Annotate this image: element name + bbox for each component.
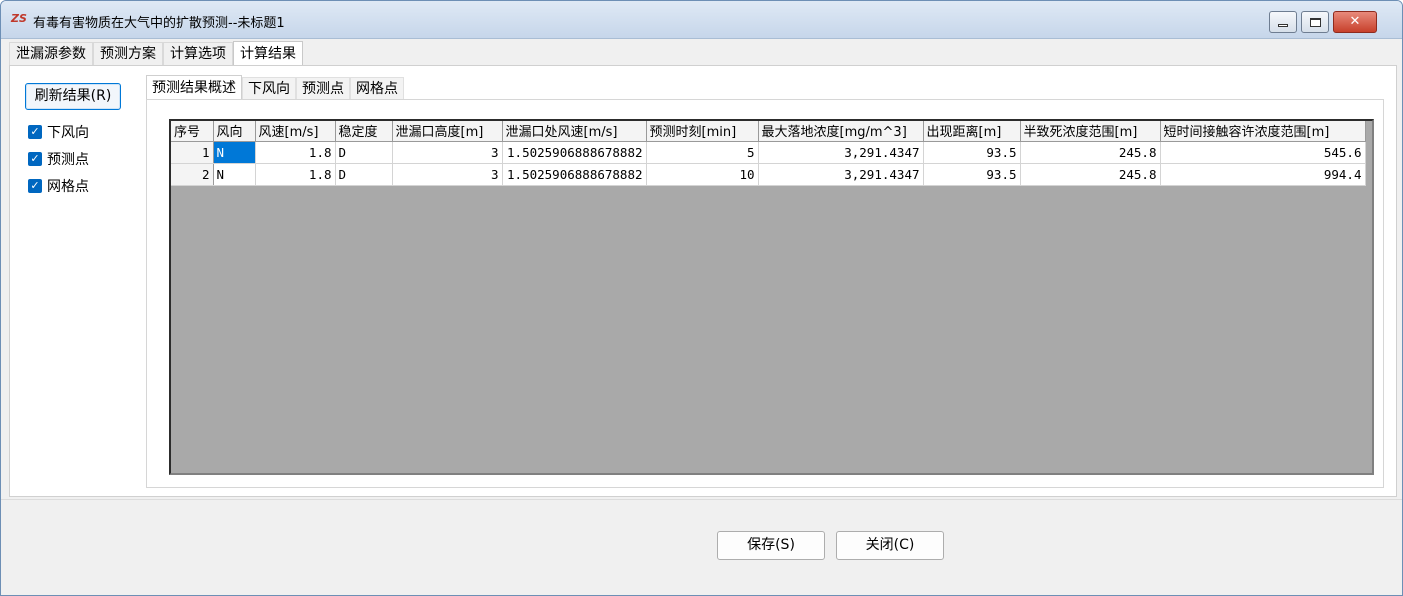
- tab-prediction-plan[interactable]: 预测方案: [93, 42, 163, 66]
- window-title: 有毒有害物质在大气中的扩散预测--未标题1: [33, 16, 285, 31]
- minimize-button[interactable]: [1269, 11, 1297, 33]
- column-header[interactable]: 预测时刻[min]: [646, 121, 759, 142]
- table-cell[interactable]: 545.6: [1160, 141, 1366, 164]
- tab-downwind[interactable]: 下风向: [242, 77, 296, 100]
- table-cell[interactable]: 245.8: [1020, 141, 1161, 164]
- close-icon: ✕: [1349, 14, 1361, 29]
- checkbox-label: 下风向: [47, 125, 89, 141]
- checkbox-label: 网格点: [47, 179, 89, 195]
- refresh-results-button[interactable]: 刷新结果(R): [25, 83, 121, 110]
- checkbox-downwind[interactable]: ✓ 下风向: [28, 121, 89, 143]
- column-header[interactable]: 泄漏口处风速[m/s]: [502, 121, 647, 142]
- table-cell[interactable]: 1.8: [255, 163, 336, 186]
- row-index-cell[interactable]: 2: [171, 163, 214, 186]
- tab-prediction-points[interactable]: 预测点: [296, 77, 350, 100]
- checkbox-checked-icon: ✓: [28, 152, 42, 166]
- table-row[interactable]: 1 N 1.8 D 3 1.5025906888678882 5 3,291.4…: [171, 141, 1366, 164]
- results-pane: 刷新结果(R) ✓ 下风向 ✓ 预测点 ✓ 网格点 预测结果概述 下风向 预测点…: [9, 65, 1397, 497]
- table-cell[interactable]: 10: [646, 163, 759, 186]
- table-cell[interactable]: 1.5025906888678882: [502, 163, 647, 186]
- results-table: 序号 风向 风速[m/s] 稳定度 泄漏口高度[m] 泄漏口处风速[m/s] 预…: [171, 121, 1366, 186]
- column-header[interactable]: 短时间接触容许浓度范围[m]: [1160, 121, 1366, 142]
- table-cell[interactable]: 1.5025906888678882: [502, 141, 647, 164]
- overview-pane: 序号 风向 风速[m/s] 稳定度 泄漏口高度[m] 泄漏口处风速[m/s] 预…: [146, 99, 1384, 488]
- tab-calc-results[interactable]: 计算结果: [233, 41, 303, 67]
- checkbox-label: 预测点: [47, 152, 89, 168]
- table-cell[interactable]: 3,291.4347: [758, 141, 924, 164]
- table-cell[interactable]: 3: [392, 141, 503, 164]
- results-tab-strip: 预测结果概述 下风向 预测点 网格点: [146, 74, 404, 101]
- results-grid[interactable]: 序号 风向 风速[m/s] 稳定度 泄漏口高度[m] 泄漏口处风速[m/s] 预…: [169, 119, 1374, 475]
- column-header[interactable]: 稳定度: [335, 121, 393, 142]
- table-cell[interactable]: 5: [646, 141, 759, 164]
- minimize-icon: [1278, 23, 1288, 27]
- checkbox-checked-icon: ✓: [28, 179, 42, 193]
- table-cell[interactable]: 994.4: [1160, 163, 1366, 186]
- close-window-button[interactable]: ✕: [1333, 11, 1377, 33]
- checkbox-grid-points[interactable]: ✓ 网格点: [28, 175, 89, 197]
- column-header[interactable]: 半致死浓度范围[m]: [1020, 121, 1161, 142]
- column-header[interactable]: 风向: [213, 121, 256, 142]
- table-cell[interactable]: 93.5: [923, 163, 1021, 186]
- tab-calc-options[interactable]: 计算选项: [163, 42, 233, 66]
- checkbox-prediction-points[interactable]: ✓ 预测点: [28, 148, 89, 170]
- footer-bar: 保存(S) 关闭(C): [1, 499, 1402, 595]
- table-cell[interactable]: 3,291.4347: [758, 163, 924, 186]
- table-cell[interactable]: 1.8: [255, 141, 336, 164]
- table-cell[interactable]: D: [335, 141, 393, 164]
- table-cell[interactable]: 93.5: [923, 141, 1021, 164]
- column-header[interactable]: 出现距离[m]: [923, 121, 1021, 142]
- column-header[interactable]: 最大落地浓度[mg/m^3]: [758, 121, 924, 142]
- close-button[interactable]: 关闭(C): [836, 531, 944, 560]
- column-header[interactable]: 风速[m/s]: [255, 121, 336, 142]
- save-button[interactable]: 保存(S): [717, 531, 825, 560]
- tab-results-overview[interactable]: 预测结果概述: [146, 75, 242, 101]
- app-logo-icon: ZS: [11, 12, 27, 25]
- table-cell[interactable]: D: [335, 163, 393, 186]
- title-bar[interactable]: ZS 有毒有害物质在大气中的扩散预测--未标题1 ✕: [1, 1, 1402, 39]
- column-header[interactable]: 泄漏口高度[m]: [392, 121, 503, 142]
- checkbox-checked-icon: ✓: [28, 125, 42, 139]
- table-header-row: 序号 风向 风速[m/s] 稳定度 泄漏口高度[m] 泄漏口处风速[m/s] 预…: [171, 121, 1366, 142]
- main-tab-strip: 泄漏源参数 预测方案 计算选项 计算结果: [9, 40, 303, 67]
- table-cell[interactable]: N: [213, 141, 256, 164]
- main-window: ZS 有毒有害物质在大气中的扩散预测--未标题1 ✕ 泄漏源参数 预测方案 计算…: [0, 0, 1403, 596]
- maximize-button[interactable]: [1301, 11, 1329, 33]
- table-cell[interactable]: 3: [392, 163, 503, 186]
- column-header[interactable]: 序号: [171, 121, 214, 142]
- table-cell[interactable]: 245.8: [1020, 163, 1161, 186]
- tab-grid-points[interactable]: 网格点: [350, 77, 404, 100]
- row-index-cell[interactable]: 1: [171, 141, 214, 164]
- maximize-icon: [1309, 17, 1321, 27]
- tab-leak-source[interactable]: 泄漏源参数: [9, 42, 93, 66]
- table-cell[interactable]: N: [213, 163, 256, 186]
- table-row[interactable]: 2 N 1.8 D 3 1.5025906888678882 10 3,291.…: [171, 163, 1366, 186]
